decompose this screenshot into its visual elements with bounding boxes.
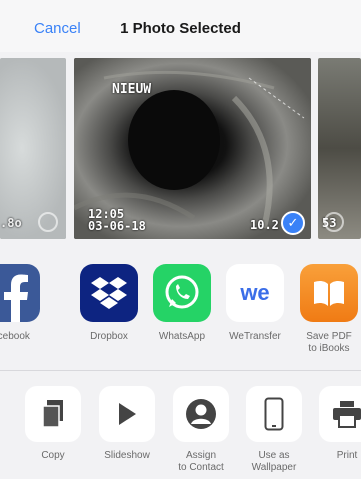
facebook-icon [0,264,40,322]
share-sheet-header: Cancel 1 Photo Selected [0,0,361,52]
photo-overlay-text: .8o [0,216,22,230]
share-app-label: Dropbox [90,331,128,342]
action-slideshow[interactable]: Slideshow [93,386,161,462]
dropbox-icon [80,264,138,322]
selected-checkmark-icon[interactable]: ✓ [281,211,305,235]
whatsapp-icon [153,264,211,322]
photo-overlay-label: NIEUW [112,82,152,97]
share-app-whatsapp[interactable]: WhatsApp [149,264,215,343]
action-label: Use as Wallpaper [251,450,297,473]
ibooks-icon [300,264,358,322]
action-assign-to-contact[interactable]: Assign to Contact [167,386,235,474]
action-use-as-wallpaper[interactable]: Use as Wallpaper [240,386,308,474]
wetransfer-icon: we [226,264,284,322]
copy-icon [25,386,81,442]
unselected-circle-icon[interactable] [38,212,58,232]
photo-thumbnail-selected[interactable]: NIEUW 12:05 03-06-18 10.2 ✓ [74,58,311,239]
action-label: Print [336,450,358,461]
print-icon [319,386,361,442]
share-app-facebook[interactable]: acebook [0,264,44,343]
contact-icon [173,386,229,442]
photo-thumbnail-previous[interactable]: .8o [0,58,66,239]
share-apps-row: acebook Dropbox WhatsApp we WeT [0,256,361,368]
photo-overlay-counter: 10.2 [250,218,279,232]
unselected-circle-icon[interactable] [324,212,344,232]
share-app-dropbox[interactable]: Dropbox [76,264,142,343]
action-label: Assign to Contact [178,450,224,473]
share-app-wetransfer[interactable]: we WeTransfer [222,264,288,343]
share-app-ibooks[interactable]: Save PDF to iBooks [296,264,361,355]
share-app-label: Save PDF to iBooks [306,331,352,354]
wallpaper-icon [246,386,302,442]
photo-thumbnail-next[interactable]: 53 [318,58,361,239]
section-divider [0,370,361,371]
share-app-label: WeTransfer [229,331,281,342]
action-label: Copy [41,450,65,461]
action-print[interactable]: Print [313,386,361,462]
action-copy[interactable]: Copy [19,386,87,462]
share-app-label: acebook [0,331,30,342]
page-title: 1 Photo Selected [120,20,241,37]
actions-row: Copy Slideshow Assign to Contact Use as … [0,378,361,479]
slideshow-icon [99,386,155,442]
action-label: Slideshow [104,450,150,461]
photo-overlay-date: 03-06-18 [88,219,146,233]
photo-strip[interactable]: .8o NIEUW 12:05 03-06-18 10.2 ✓ 53 [0,52,361,246]
share-app-label: WhatsApp [158,331,206,342]
